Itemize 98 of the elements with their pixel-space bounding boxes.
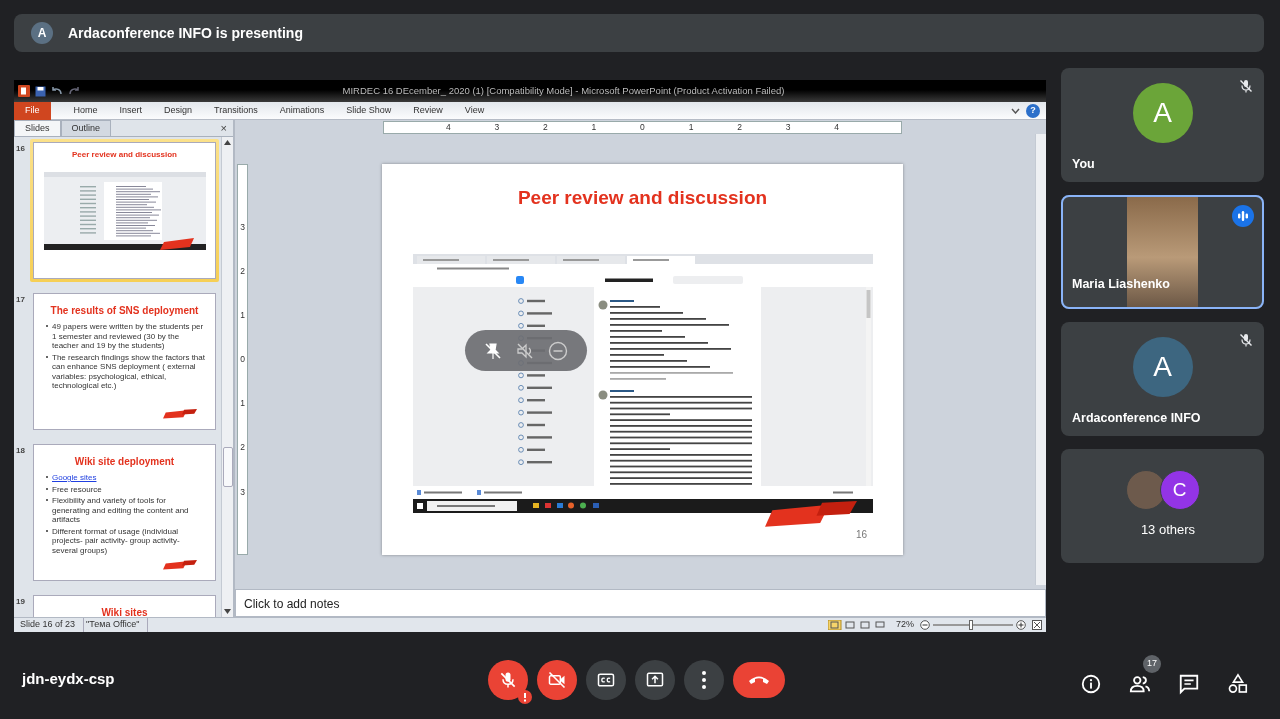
slide-page-number: 16 [855, 528, 867, 542]
ruler-number: 2 [543, 120, 548, 134]
participant-tile[interactable]: C 13 others [1061, 449, 1264, 563]
banner-text: Ardaconference INFO is presenting [68, 23, 303, 43]
close-button[interactable]: × [220, 119, 227, 137]
participant-name: Ardaconference INFO [1072, 410, 1201, 427]
slide-thumbnail[interactable]: Wiki sites [30, 592, 219, 617]
slide-counter: Slide 16 of 23 [18, 618, 85, 632]
ribbon-tab[interactable]: Design [153, 101, 204, 120]
ruler-number: 1 [240, 308, 245, 322]
shapes-icon [1227, 672, 1249, 695]
save-icon[interactable] [35, 85, 46, 97]
participant-name: Maria Liashenko [1072, 276, 1170, 294]
ruler-number: 2 [240, 264, 245, 278]
slide-thumbnail[interactable]: Peer review and discussion [30, 139, 219, 282]
ribbon-tab[interactable]: Transitions [203, 101, 269, 120]
slide-number: 18 [15, 445, 26, 457]
slide-number: 19 [15, 596, 26, 608]
zoom-slider-thumb[interactable] [969, 620, 973, 630]
slide-title: Peer review and discussion [517, 186, 768, 210]
ribbon-tab[interactable]: Animations [268, 101, 336, 120]
info-icon [1080, 672, 1102, 695]
ruler-number: 0 [240, 353, 245, 366]
bullet-text: 49 papers were written by the students per 1 semester and reviewed (30 by the teacher and 19 by the students) [52, 322, 205, 351]
redo-icon[interactable] [68, 86, 80, 96]
scrollbar[interactable] [1035, 134, 1046, 585]
zoom-in-icon[interactable] [1016, 620, 1026, 630]
ruler-number: 3 [240, 485, 245, 499]
fit-window-icon[interactable] [1032, 620, 1042, 630]
ruler-number: 4 [445, 120, 451, 134]
ribbon-tab[interactable]: Slide Show [335, 101, 403, 120]
minus-circle-icon[interactable] [548, 340, 569, 361]
ruler-number: 2 [737, 120, 742, 134]
ribbon-tab[interactable]: Insert [108, 101, 154, 120]
more-vertical-icon [702, 670, 706, 689]
thumbnail-title: Wiki sites [101, 606, 148, 617]
scrollbar[interactable] [221, 137, 233, 617]
link[interactable]: Google sites [52, 473, 97, 483]
camera-button[interactable] [537, 659, 577, 700]
bullet-text: Flexibility and variety of tools for generating and editing the content and artifacts [52, 496, 190, 525]
thumbnail-title: Wiki site deployment [74, 455, 175, 469]
participant-name: You [1072, 156, 1095, 173]
slide-number: 16 [15, 143, 26, 155]
ruler-number: 4 [834, 120, 839, 134]
slide-thumbnail[interactable] [30, 441, 219, 584]
ruler-number: 3 [785, 120, 791, 134]
slide-decoration [163, 409, 197, 419]
present-button[interactable] [635, 659, 675, 700]
participant-avatar: A [1132, 83, 1193, 143]
ruler-number: 2 [240, 441, 245, 455]
scroll-up-icon[interactable] [224, 140, 231, 145]
window-title: MIRDEC 16 DEcember_ 2020 (1) [Compatibility Mode] - Microsoft PowerPoint (Product Activation Failed) [341, 83, 786, 98]
chevron-down-icon[interactable] [1011, 107, 1020, 114]
notes-field[interactable]: Click to add notes [235, 589, 1046, 617]
theme-name: "Тема Office" [84, 618, 149, 632]
ribbon-tab[interactable]: Home [62, 101, 109, 120]
participant-avatar: C [1159, 470, 1200, 510]
slide-thumbnail[interactable] [30, 290, 219, 433]
participant-tile[interactable]: A You [1061, 68, 1264, 182]
camera-off-icon [547, 669, 567, 690]
bullet-text: Different format of usage (individual projects- pair activity- group activity- several groups) [52, 526, 181, 555]
people-button[interactable]: 17 [1118, 654, 1162, 705]
participant-avatar: A [1132, 337, 1193, 397]
ribbon-tab[interactable]: Review [402, 101, 454, 120]
participant-tile[interactable]: A Ardaconference INFO [1061, 322, 1264, 436]
zoom-out-icon[interactable] [920, 620, 930, 630]
others-count: 13 others [1140, 521, 1196, 539]
help-button[interactable]: ? [1026, 103, 1040, 118]
panel-tab[interactable]: Slides [14, 120, 61, 136]
undo-icon[interactable] [51, 86, 63, 96]
leave-call-button[interactable] [733, 661, 785, 698]
ruler-number: 3 [494, 120, 500, 134]
ruler-number: 1 [688, 120, 694, 134]
participant-count: 17 [1143, 654, 1161, 673]
ribbon-tab[interactable]: View [453, 101, 496, 120]
pin-off-icon[interactable] [482, 340, 503, 361]
bullet-text: The research findings show the factors that can enhance SNS deployment ( external variables: psychological, ethical, technological etc.) [52, 352, 205, 391]
captions-button[interactable] [586, 659, 626, 700]
meeting-code: jdn-eydx-csp [22, 669, 116, 690]
scrollbar-thumb[interactable] [222, 447, 233, 487]
thumbnail-title: The results of SNS deployment [50, 304, 199, 318]
app-logo-icon [18, 85, 30, 97]
thumbnail-title: Peer review and discussion [72, 149, 177, 161]
scroll-down-icon[interactable] [224, 609, 231, 614]
ruler-number: 3 [240, 220, 245, 234]
alert-icon [518, 689, 532, 704]
ruler-number: 0 [640, 120, 645, 134]
zoom-level: 72% [896, 618, 914, 632]
presenter-avatar: A [31, 22, 53, 44]
participant-tile[interactable]: Maria Liashenko [1061, 195, 1264, 309]
chat-bubble-icon [1178, 672, 1200, 695]
slide-decoration [163, 560, 197, 570]
slide-number: 17 [15, 294, 26, 306]
bullet-text: Free resource [52, 484, 102, 494]
more-options-button[interactable] [684, 659, 724, 700]
panel-tab[interactable]: Outline [60, 120, 112, 136]
ruler-number: 1 [591, 120, 597, 134]
ruler-number: 1 [240, 397, 245, 410]
